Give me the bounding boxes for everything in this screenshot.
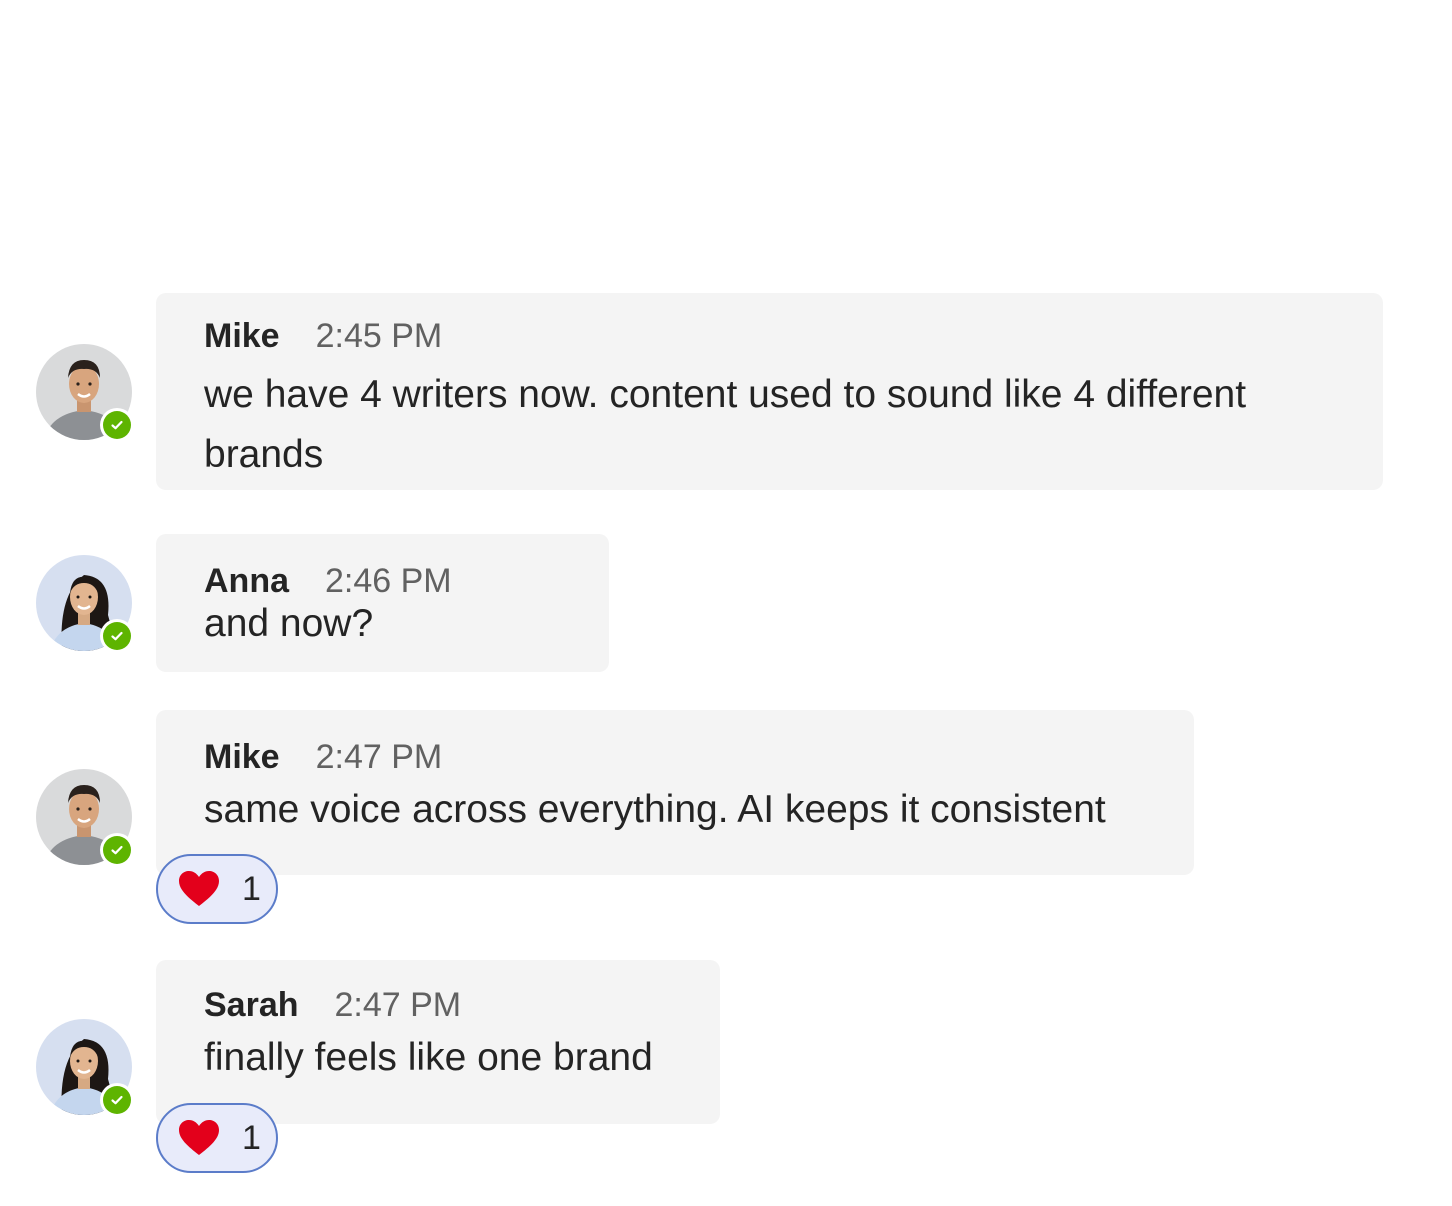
avatar[interactable] (36, 344, 134, 442)
message-bubble[interactable]: Mike 2:45 PM we have 4 writers now. cont… (156, 293, 1383, 490)
author-name[interactable]: Mike (204, 738, 280, 777)
author-name[interactable]: Sarah (204, 986, 299, 1025)
presence-available-icon (100, 408, 134, 442)
message-bubble[interactable]: Mike 2:47 PM same voice across everythin… (156, 710, 1194, 875)
timestamp: 2:47 PM (315, 738, 443, 776)
reaction-pill[interactable]: 1 (156, 854, 278, 924)
reaction-count: 1 (242, 1118, 261, 1157)
author-name[interactable]: Mike (204, 317, 280, 356)
message-text: finally feels like one brand (204, 1036, 653, 1079)
message-text: same voice across everything. AI keeps i… (204, 788, 1106, 831)
reaction-pill[interactable]: 1 (156, 1103, 278, 1173)
presence-available-icon (100, 619, 134, 653)
presence-available-icon (100, 833, 134, 867)
timestamp: 2:47 PM (334, 986, 462, 1024)
reaction-count: 1 (242, 869, 261, 908)
heart-icon (179, 1120, 219, 1155)
avatar[interactable] (36, 1019, 134, 1117)
avatar[interactable] (36, 555, 134, 653)
message-bubble[interactable]: Anna 2:46 PM and now? (156, 534, 609, 672)
message-text: and now? (204, 602, 374, 645)
message-header: Mike 2:45 PM (204, 317, 1335, 357)
message-text: we have 4 writers now. content used to s… (204, 373, 1247, 476)
message-bubble[interactable]: Sarah 2:47 PM finally feels like one bra… (156, 960, 720, 1124)
message-header: Sarah 2:47 PM (204, 986, 672, 1026)
heart-icon (179, 871, 219, 906)
presence-available-icon (100, 1083, 134, 1117)
chat-thread: Mike 2:45 PM we have 4 writers now. cont… (0, 0, 1452, 1206)
avatar[interactable] (36, 769, 134, 867)
message-header: Mike 2:47 PM (204, 738, 1146, 778)
timestamp: 2:45 PM (315, 317, 443, 355)
